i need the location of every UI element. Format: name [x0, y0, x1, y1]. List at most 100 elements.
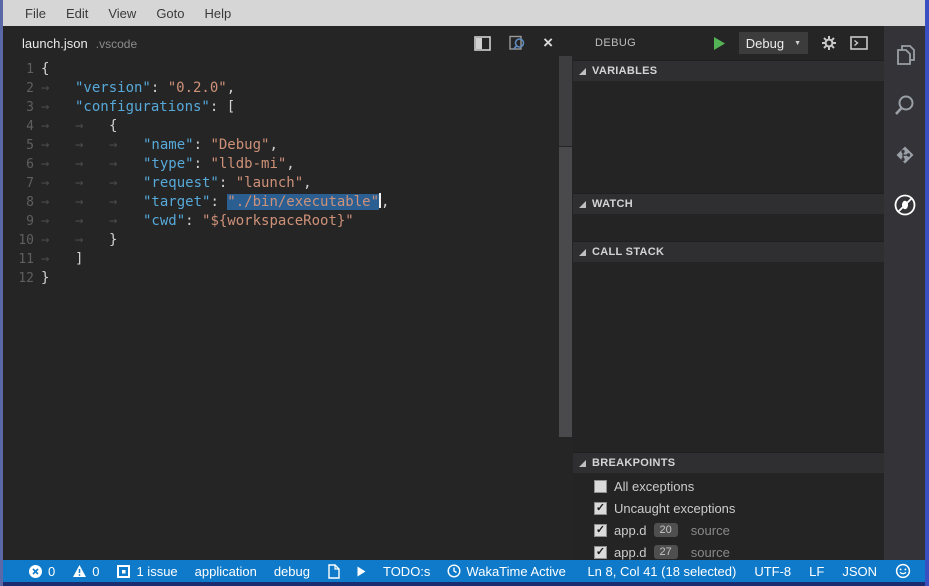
- status-application[interactable]: application: [195, 564, 257, 579]
- feedback-smiley-icon[interactable]: [895, 563, 911, 579]
- issues-label: 1 issue: [136, 564, 177, 579]
- line-content: →→{: [41, 117, 117, 136]
- json-punctuation: }: [41, 270, 49, 286]
- scrollbar-thumb[interactable]: [559, 147, 572, 437]
- debug-icon[interactable]: [890, 190, 920, 220]
- code-line[interactable]: 5→→→"name": "Debug",: [3, 136, 573, 155]
- menu-bar: FileEditViewGotoHelp: [3, 0, 925, 26]
- tab-launch-json[interactable]: launch.json .vscode: [3, 36, 137, 51]
- close-icon[interactable]: ×: [543, 36, 553, 50]
- line-number: 10: [3, 231, 34, 250]
- cursor-position[interactable]: Ln 8, Col 41 (18 selected): [587, 564, 736, 579]
- status-run[interactable]: [357, 566, 366, 577]
- breakpoint-row[interactable]: All exceptions: [573, 475, 884, 497]
- breakpoint-checkbox[interactable]: [594, 480, 607, 493]
- status-debug[interactable]: debug: [274, 564, 310, 579]
- search-icon[interactable]: [890, 90, 920, 120]
- section-header-call-stack[interactable]: CALL STACK: [573, 241, 884, 262]
- line-content: →]: [41, 250, 83, 269]
- status-document[interactable]: [327, 564, 340, 579]
- files-icon[interactable]: [890, 40, 920, 70]
- breakpoint-source: source: [691, 523, 730, 538]
- variables-panel: [573, 81, 884, 193]
- section-header-variables[interactable]: VARIABLES: [573, 60, 884, 81]
- status-issues[interactable]: 1 issue: [116, 564, 177, 579]
- eol-indicator[interactable]: LF: [809, 564, 824, 579]
- breakpoint-row[interactable]: ✓app.d20source: [573, 519, 884, 541]
- section-title: VARIABLES: [592, 65, 657, 77]
- section-title: CALL STACK: [592, 246, 664, 258]
- section-title: WATCH: [592, 198, 633, 210]
- whitespace-arrow-icon: →: [109, 155, 143, 174]
- code-line[interactable]: 3→"configurations": [: [3, 98, 573, 117]
- breakpoint-checkbox[interactable]: ✓: [594, 502, 607, 515]
- scrollbar-track: [559, 56, 572, 146]
- code-line[interactable]: 8→→→"target": "./bin/executable",: [3, 193, 573, 212]
- window-bottom-border: [3, 582, 925, 586]
- line-content: }: [41, 269, 49, 288]
- code-line[interactable]: 2→"version": "0.2.0",: [3, 79, 573, 98]
- json-punctuation: ,: [303, 175, 311, 191]
- menu-item-edit[interactable]: Edit: [56, 6, 98, 21]
- line-content: {: [41, 60, 49, 79]
- debug-config-dropdown[interactable]: Debug ▼: [739, 32, 808, 54]
- line-number: 9: [3, 212, 34, 231]
- json-key: "version": [75, 80, 151, 96]
- code-line[interactable]: 6→→→"type": "lldb-mi",: [3, 155, 573, 174]
- status-errors[interactable]: 0: [28, 564, 55, 579]
- editor-scrollbar[interactable]: [559, 56, 572, 437]
- debug-toolbar: DEBUG Debug ▼: [573, 26, 884, 60]
- breakpoint-row[interactable]: ✓app.d27source: [573, 541, 884, 560]
- breakpoint-row[interactable]: ✓Uncaught exceptions: [573, 497, 884, 519]
- status-wakatime[interactable]: WakaTime Active: [447, 564, 565, 579]
- start-debug-icon[interactable]: [713, 36, 726, 51]
- json-punctuation: }: [109, 232, 117, 248]
- line-content: →→→"cwd": "${workspaceRoot}": [41, 212, 354, 231]
- code-editor[interactable]: 1{2→"version": "0.2.0",3→"configurations…: [3, 60, 573, 288]
- code-line[interactable]: 12}: [3, 269, 573, 288]
- breakpoint-checkbox[interactable]: ✓: [594, 546, 607, 559]
- vscode-window: FileEditViewGotoHelp launch.json .vscode: [0, 0, 929, 586]
- breakpoint-checkbox[interactable]: ✓: [594, 524, 607, 537]
- tab-title: launch.json: [22, 36, 88, 51]
- whitespace-arrow-icon: →: [41, 174, 75, 193]
- git-icon[interactable]: [890, 140, 920, 170]
- json-punctuation: {: [41, 61, 49, 77]
- code-line[interactable]: 4→→{: [3, 117, 573, 136]
- twistie-icon: [579, 201, 586, 208]
- line-number: 5: [3, 136, 34, 155]
- menu-item-view[interactable]: View: [98, 6, 146, 21]
- code-line[interactable]: 9 →→→"cwd": "${workspaceRoot}": [3, 212, 573, 231]
- sidebar-title: DEBUG: [595, 37, 636, 49]
- status-warnings[interactable]: 0: [72, 564, 99, 579]
- section-header-watch[interactable]: WATCH: [573, 193, 884, 214]
- debug-label: debug: [274, 564, 310, 579]
- code-line[interactable]: 10→→}: [3, 231, 573, 250]
- status-todos[interactable]: TODO:s: [383, 564, 430, 579]
- status-bar-right: Ln 8, Col 41 (18 selected) UTF-8 LF JSON: [587, 563, 911, 579]
- json-key: "cwd": [143, 213, 185, 229]
- status-bar: 0 0 1 issue application: [3, 560, 925, 582]
- wakatime-label: WakaTime Active: [466, 564, 565, 579]
- call-stack-panel: [573, 262, 884, 452]
- open-preview-icon[interactable]: [508, 35, 526, 51]
- code-line[interactable]: 11→]: [3, 250, 573, 269]
- json-string: "${workspaceRoot}": [202, 213, 354, 229]
- debug-console-icon[interactable]: [850, 36, 868, 50]
- whitespace-arrow-icon: →: [75, 193, 109, 212]
- encoding-indicator[interactable]: UTF-8: [754, 564, 791, 579]
- menu-item-file[interactable]: File: [15, 6, 56, 21]
- code-line[interactable]: 1{: [3, 60, 573, 79]
- menu-item-help[interactable]: Help: [195, 6, 242, 21]
- watch-panel: [573, 214, 884, 241]
- language-mode[interactable]: JSON: [842, 564, 877, 579]
- json-punctuation: ,: [381, 194, 389, 210]
- section-header-breakpoints[interactable]: BREAKPOINTS: [573, 452, 884, 473]
- split-editor-icon[interactable]: [474, 36, 491, 51]
- json-key: "type": [143, 156, 194, 172]
- menu-item-goto[interactable]: Goto: [146, 6, 194, 21]
- whitespace-arrow-icon: →: [41, 79, 75, 98]
- gear-icon[interactable]: [821, 35, 837, 51]
- json-punctuation: :: [194, 137, 211, 153]
- code-line[interactable]: 7→→→"request": "launch",: [3, 174, 573, 193]
